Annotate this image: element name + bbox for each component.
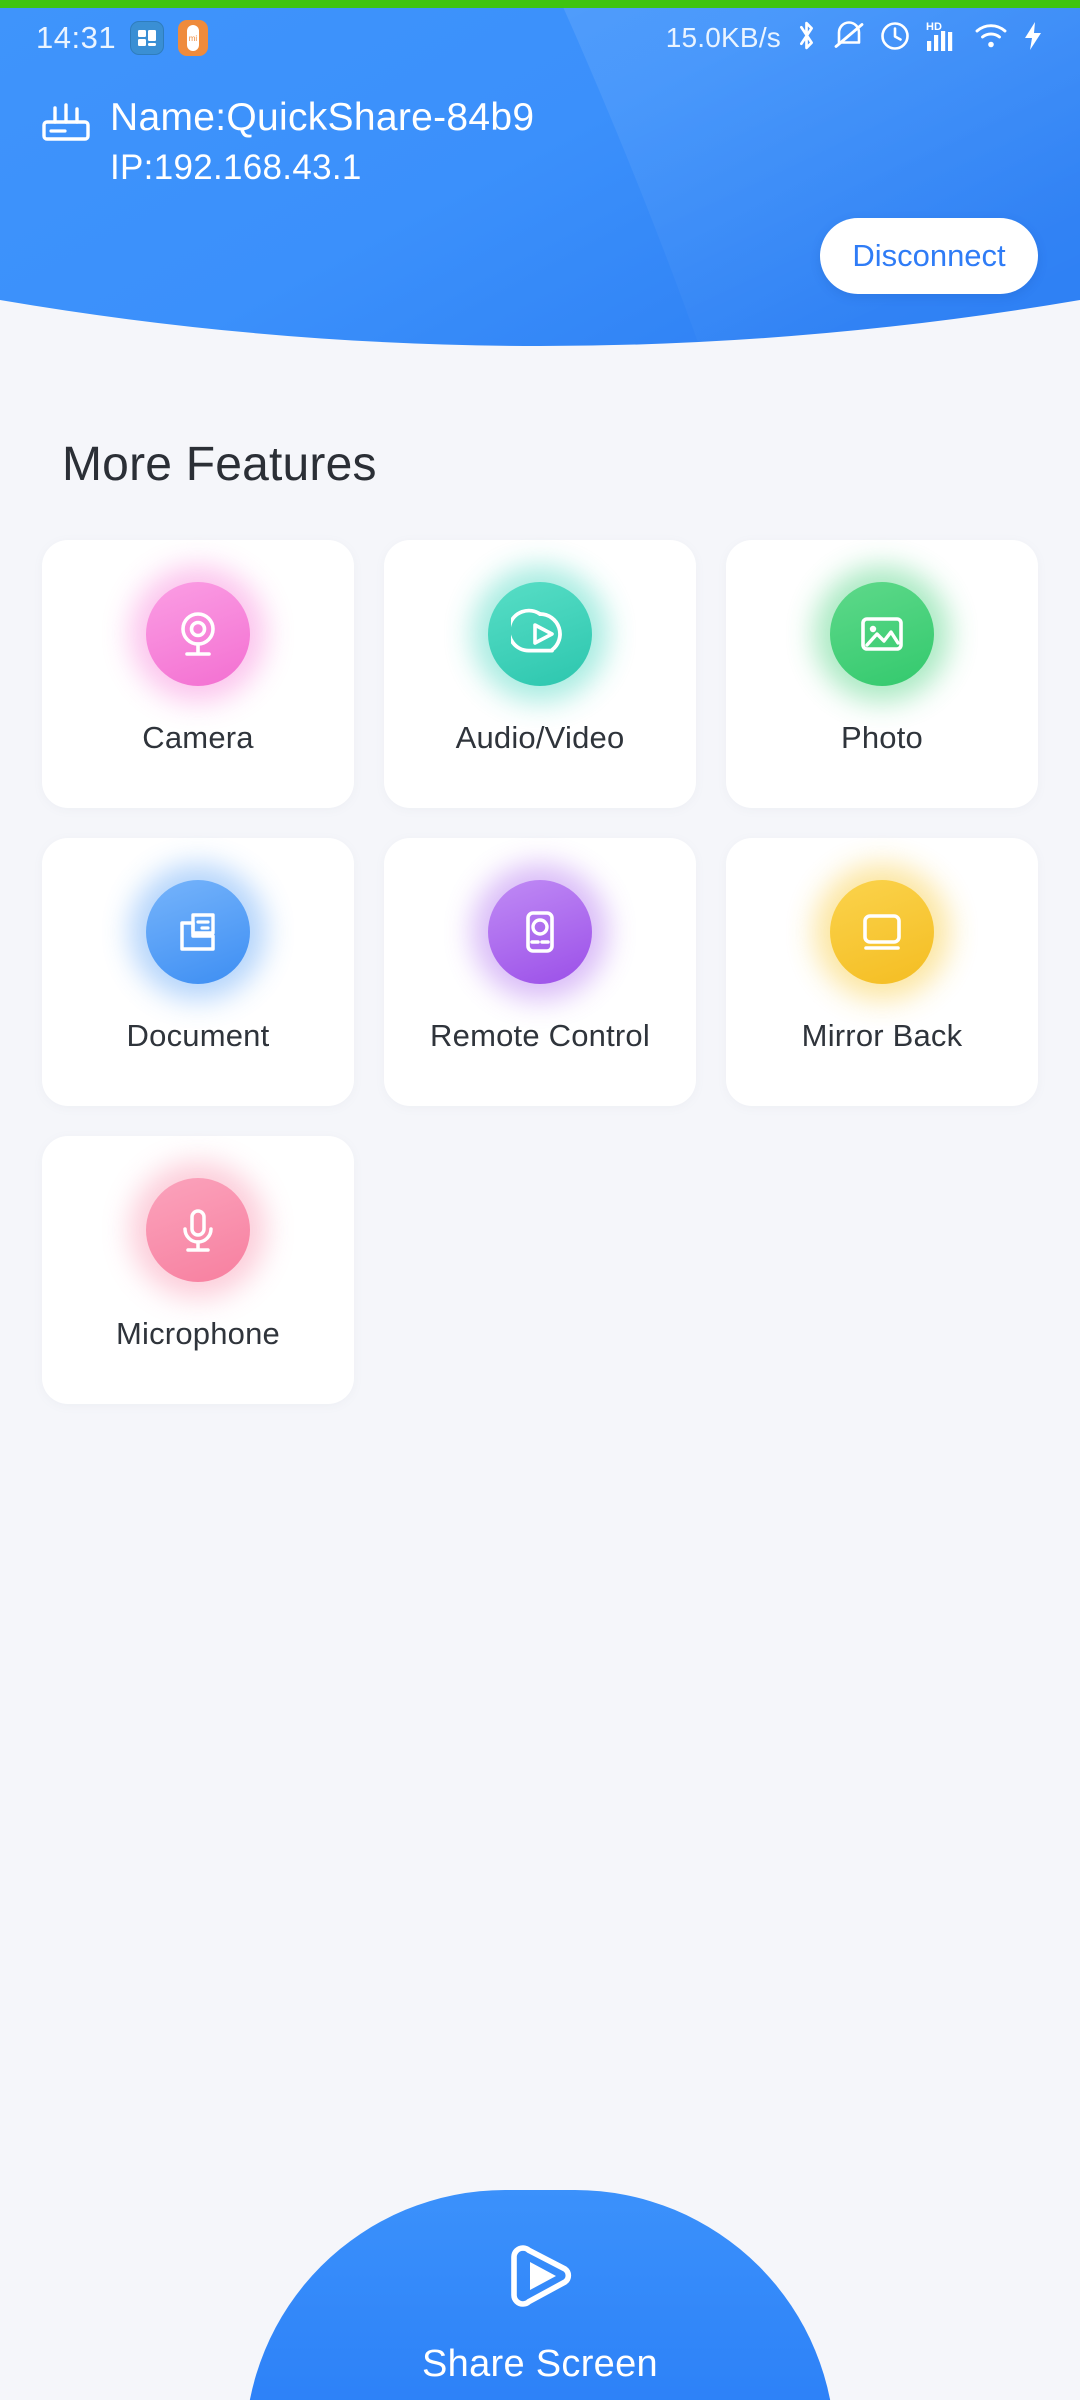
device-text-block: Name:QuickShare-84b9 IP:192.168.43.1 — [110, 92, 534, 192]
feature-icon-wrap — [472, 566, 608, 702]
bluetooth-icon — [794, 19, 819, 57]
app-grid-icon — [130, 21, 165, 55]
feature-label: Microphone — [116, 1316, 280, 1351]
header: 14:31 mi 15.0KB/s HD Name:QuickShare-84b… — [0, 0, 1080, 380]
top-accent-bar — [0, 0, 1080, 8]
feature-card-photo[interactable]: Photo — [726, 540, 1038, 808]
feature-label: Remote Control — [430, 1018, 650, 1053]
feature-icon-wrap — [130, 1162, 266, 1298]
sim-card-icon: mi — [178, 20, 209, 56]
feature-label: Camera — [142, 720, 254, 755]
share-screen-label: Share Screen — [422, 2343, 658, 2385]
feature-icon-wrap — [814, 864, 950, 1000]
feature-icon-wrap — [814, 566, 950, 702]
play-outline-icon — [492, 2228, 588, 2329]
svg-text:mi: mi — [189, 34, 198, 43]
remote-control-icon — [488, 880, 592, 984]
status-bar: 14:31 mi 15.0KB/s HD — [0, 8, 1080, 68]
microphone-icon — [146, 1178, 250, 1282]
device-name: Name:QuickShare-84b9 — [110, 96, 535, 139]
status-bar-right: 15.0KB/s HD — [666, 19, 1044, 58]
feature-label: Mirror Back — [801, 1018, 963, 1053]
router-icon — [40, 100, 92, 151]
file-tray-icon — [146, 880, 250, 984]
feature-icon-wrap — [130, 566, 266, 702]
clock-icon — [879, 20, 911, 57]
disconnect-button[interactable]: Disconnect — [820, 218, 1038, 294]
page-title: More Features — [62, 438, 377, 491]
share-screen-button[interactable]: Share Screen — [245, 2190, 835, 2400]
feature-icon-wrap — [472, 864, 608, 1000]
svg-text:HD: HD — [926, 21, 942, 33]
alarm-muted-icon — [832, 19, 866, 57]
feature-label: Document — [126, 1018, 270, 1053]
device-info: Name:QuickShare-84b9 IP:192.168.43.1 — [40, 92, 534, 192]
feature-card-camera[interactable]: Camera — [42, 540, 354, 808]
features-grid: Camera Audio/Video Photo Document Remote… — [42, 540, 1038, 1404]
status-time: 14:31 — [36, 20, 117, 55]
app-screen: 14:31 mi 15.0KB/s HD Name:QuickShare-84b… — [0, 0, 1080, 2400]
webcam-icon — [146, 582, 250, 686]
feature-label: Photo — [840, 720, 923, 755]
feature-card-microphone[interactable]: Microphone — [42, 1136, 354, 1404]
feature-card-audio-video[interactable]: Audio/Video — [384, 540, 696, 808]
feature-card-document[interactable]: Document — [42, 838, 354, 1106]
feature-label: Audio/Video — [455, 720, 625, 755]
image-icon — [830, 582, 934, 686]
feature-card-mirror-back[interactable]: Mirror Back — [726, 838, 1038, 1106]
network-speed: 15.0KB/s — [665, 22, 781, 53]
monitor-icon — [830, 880, 934, 984]
hd-signal-icon: HD — [924, 19, 960, 58]
play-circle-icon — [488, 582, 592, 686]
device-ip: IP:192.168.43.1 — [110, 148, 362, 187]
wifi-icon — [973, 21, 1009, 56]
feature-icon-wrap — [130, 864, 266, 1000]
status-bar-left: 14:31 mi — [36, 20, 209, 56]
charging-bolt-icon — [1022, 20, 1044, 57]
feature-card-remote-control[interactable]: Remote Control — [384, 838, 696, 1106]
